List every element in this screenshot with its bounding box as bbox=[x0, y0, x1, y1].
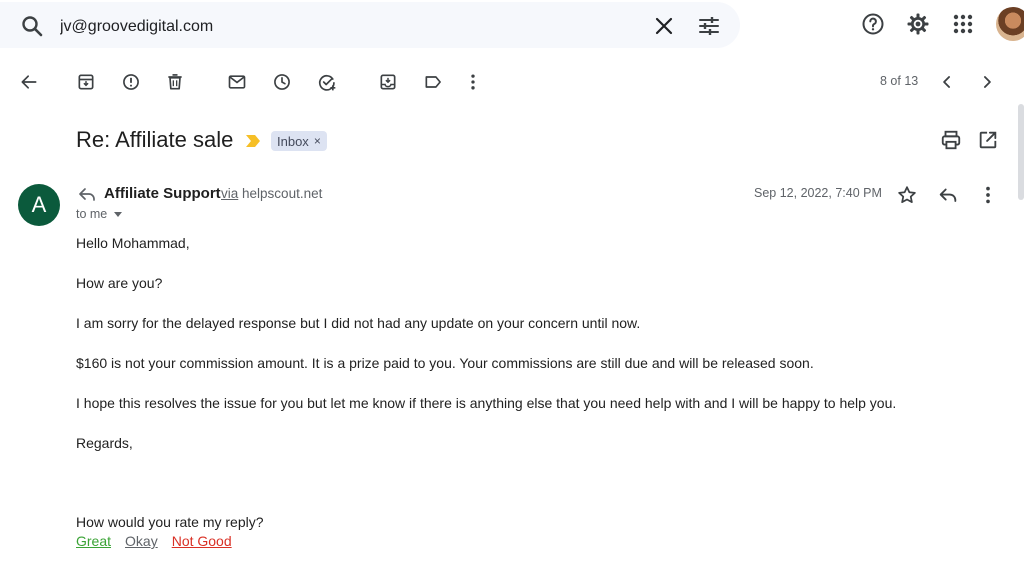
chevron-right-icon bbox=[984, 76, 991, 88]
rating-not-good-link[interactable]: Not Good bbox=[172, 533, 232, 549]
label-icon bbox=[425, 76, 441, 88]
label-chip-inbox: Inbox × bbox=[271, 131, 327, 151]
body-signoff: Regards, bbox=[76, 435, 133, 451]
star-icon[interactable] bbox=[896, 184, 918, 206]
add-task-icon bbox=[318, 74, 336, 91]
back-button[interactable] bbox=[17, 70, 41, 94]
label-button[interactable] bbox=[421, 70, 445, 94]
close-icon[interactable] bbox=[652, 14, 676, 38]
tune-icon[interactable] bbox=[697, 14, 721, 38]
replied-indicator-icon bbox=[79, 188, 95, 201]
importance-marker-icon[interactable] bbox=[246, 135, 260, 147]
mark-unread-button[interactable] bbox=[225, 70, 249, 94]
rating-question: How would you rate my reply? bbox=[76, 514, 264, 530]
open-new-window-icon[interactable] bbox=[977, 129, 999, 151]
older-button[interactable] bbox=[975, 70, 999, 94]
search-bar bbox=[0, 2, 740, 48]
sender-avatar[interactable]: A bbox=[18, 184, 60, 226]
newer-button[interactable] bbox=[935, 70, 959, 94]
help-icon[interactable] bbox=[861, 12, 885, 36]
search-icon[interactable] bbox=[20, 14, 44, 38]
scrollbar[interactable] bbox=[1018, 104, 1024, 200]
recipient-text: to me bbox=[76, 207, 108, 221]
archive-button[interactable] bbox=[74, 70, 98, 94]
body-paragraph: $160 is not your commission amount. It i… bbox=[76, 355, 814, 371]
archive-icon bbox=[78, 74, 94, 90]
move-to-icon bbox=[380, 74, 396, 90]
snooze-icon bbox=[274, 74, 290, 90]
caret-down-icon bbox=[114, 211, 123, 217]
trash-icon bbox=[168, 74, 182, 90]
mark-unread-icon bbox=[228, 75, 246, 89]
body-paragraph: I am sorry for the delayed response but … bbox=[76, 315, 641, 331]
more-options-button[interactable] bbox=[461, 70, 485, 94]
body-paragraph: How are you? bbox=[76, 275, 163, 291]
via-domain: via helpscout.net bbox=[221, 186, 322, 201]
recipient-details[interactable]: to me bbox=[76, 207, 123, 221]
more-vert-icon[interactable] bbox=[977, 184, 999, 206]
reply-icon[interactable] bbox=[937, 184, 959, 206]
remove-label-button[interactable]: × bbox=[314, 134, 321, 148]
label-chip-text: Inbox bbox=[277, 133, 309, 149]
add-task-button[interactable] bbox=[315, 70, 339, 94]
via-domain-text: helpscout.net bbox=[242, 186, 323, 201]
report-spam-button[interactable] bbox=[119, 70, 143, 94]
body-paragraph: I hope this resolves the issue for you b… bbox=[76, 395, 897, 411]
email-subject: Re: Affiliate sale bbox=[76, 127, 234, 152]
apps-icon[interactable] bbox=[951, 12, 975, 36]
delete-button[interactable] bbox=[163, 70, 187, 94]
message-counter: 8 of 13 bbox=[880, 74, 919, 88]
account-avatar[interactable] bbox=[996, 7, 1024, 41]
chevron-left-icon bbox=[943, 76, 950, 88]
back-arrow-icon bbox=[21, 75, 37, 89]
search-input[interactable] bbox=[60, 15, 620, 39]
move-to-button[interactable] bbox=[376, 70, 400, 94]
print-icon[interactable] bbox=[940, 129, 962, 151]
via-link[interactable]: via bbox=[221, 186, 238, 201]
report-spam-icon bbox=[123, 74, 139, 90]
more-vert-icon bbox=[471, 74, 475, 90]
rating-great-link[interactable]: Great bbox=[76, 533, 111, 549]
snooze-button[interactable] bbox=[270, 70, 294, 94]
rating-okay-link[interactable]: Okay bbox=[125, 533, 158, 549]
rating-links: Great Okay Not Good bbox=[76, 533, 232, 549]
gear-icon[interactable] bbox=[906, 12, 930, 36]
sender-name[interactable]: Affiliate Support bbox=[104, 185, 221, 202]
body-greeting: Hello Mohammad, bbox=[76, 235, 190, 251]
email-date: Sep 12, 2022, 7:40 PM bbox=[754, 186, 882, 200]
